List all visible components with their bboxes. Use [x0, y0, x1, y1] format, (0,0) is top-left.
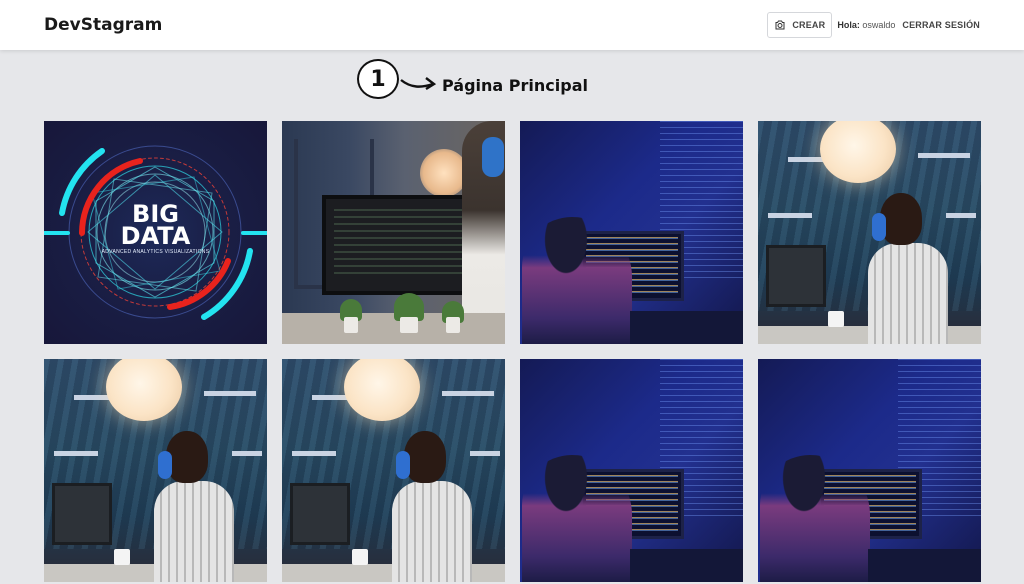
- arrow-right-icon: [400, 77, 437, 91]
- person: [760, 455, 870, 582]
- post-thumbnail[interactable]: [520, 359, 743, 582]
- brand-logo[interactable]: DevStagram: [44, 15, 162, 35]
- person: [522, 217, 632, 344]
- mug: [114, 549, 130, 565]
- shelf: [204, 391, 256, 396]
- shelf: [918, 153, 970, 158]
- desk: [630, 311, 743, 344]
- shelf: [54, 451, 98, 456]
- greeting-prefix: Hola:: [837, 20, 860, 30]
- shelf: [470, 451, 500, 456]
- person: [522, 455, 632, 582]
- headphones: [158, 451, 172, 479]
- bigdata-title: BIG DATA: [120, 200, 191, 250]
- post-thumbnail[interactable]: [44, 359, 267, 582]
- shelf: [768, 213, 812, 218]
- monitor: [766, 245, 826, 307]
- person: [144, 431, 234, 582]
- head: [880, 193, 922, 245]
- post-thumbnail[interactable]: [758, 359, 981, 582]
- headphones: [482, 137, 504, 177]
- post-thumbnail[interactable]: [282, 121, 505, 344]
- plant-pot: [446, 317, 460, 333]
- page-title: Página Principal: [442, 76, 588, 95]
- top-navbar: DevStagram CREAR Hola: oswaldo CERRAR SE…: [0, 0, 1024, 50]
- posts-grid: BIG DATA ADVANCED ANALYTICS VISUALIZATION…: [44, 121, 981, 582]
- mug: [828, 311, 844, 327]
- logout-button[interactable]: CERRAR SESIÓN: [902, 20, 980, 30]
- mug: [352, 549, 368, 565]
- post-thumbnail[interactable]: BIG DATA ADVANCED ANALYTICS VISUALIZATION…: [44, 121, 267, 344]
- post-thumbnail[interactable]: [282, 359, 505, 582]
- annotation-marker: 1: [357, 59, 399, 99]
- post-thumbnail[interactable]: [758, 121, 981, 344]
- camera-icon: [775, 20, 785, 30]
- monitor: [290, 483, 350, 545]
- monitor: [52, 483, 112, 545]
- monitor-code: [334, 209, 474, 279]
- shirt: [154, 481, 234, 582]
- shirt: [392, 481, 472, 582]
- greeting: Hola: oswaldo: [837, 20, 895, 30]
- plant-pot: [344, 317, 358, 333]
- plant-pot: [400, 317, 418, 333]
- head: [166, 431, 208, 483]
- shelf: [232, 451, 262, 456]
- shelf: [442, 391, 494, 396]
- create-label: CREAR: [792, 20, 826, 30]
- bigdata-subtitle: ADVANCED ANALYTICS VISUALIZATIONS: [101, 249, 210, 255]
- post-thumbnail[interactable]: [520, 121, 743, 344]
- user-nav: CREAR Hola: oswaldo CERRAR SESIÓN: [767, 12, 980, 38]
- person: [382, 431, 472, 582]
- shelf: [946, 213, 976, 218]
- desk: [630, 549, 743, 582]
- create-post-button[interactable]: CREAR: [767, 12, 833, 38]
- person: [858, 193, 948, 344]
- desk: [868, 549, 981, 582]
- headphones: [872, 213, 886, 241]
- shirt: [868, 243, 948, 344]
- lamp: [420, 149, 468, 197]
- head: [404, 431, 446, 483]
- username[interactable]: oswaldo: [862, 20, 895, 30]
- shelf: [292, 451, 336, 456]
- headphones: [396, 451, 410, 479]
